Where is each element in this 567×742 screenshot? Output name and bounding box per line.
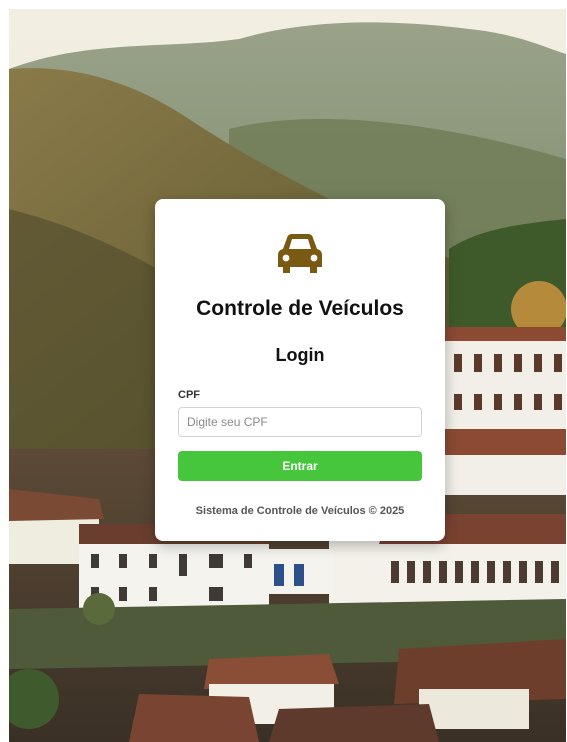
login-heading: Login xyxy=(275,345,325,365)
car-icon xyxy=(277,232,323,274)
login-card: Controle de Veículos Login CPF Entrar Si… xyxy=(155,199,445,541)
cpf-input[interactable] xyxy=(178,407,422,437)
cpf-label: CPF xyxy=(178,389,200,401)
footer-copyright: Sistema de Controle de Veículos © 2025 xyxy=(195,505,405,517)
login-submit-button[interactable]: Entrar xyxy=(178,451,422,481)
app-title: Controle de Veículos xyxy=(196,297,404,320)
